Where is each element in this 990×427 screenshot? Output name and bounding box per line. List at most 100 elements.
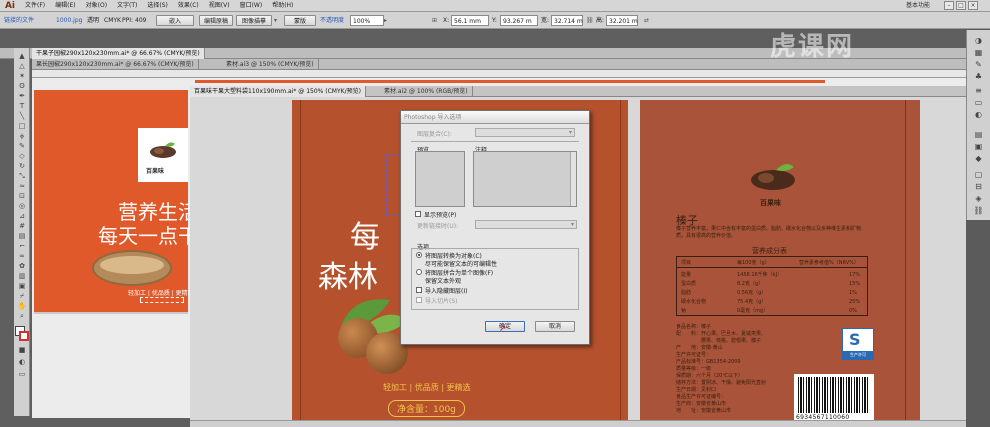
- ingredient-line: 生产商：安徽省黄山市: [676, 401, 727, 407]
- import-hidden-checkbox[interactable]: [416, 287, 422, 293]
- workspace-switcher[interactable]: 基本功能: [906, 0, 930, 12]
- blend-tool-icon[interactable]: ∞: [17, 252, 27, 260]
- tab-back-1[interactable]: 干果子园椒290x120x230mm.ai* @ 66.67% (CMYK/预览…: [32, 48, 205, 59]
- width-tool-icon[interactable]: ≈: [17, 182, 27, 190]
- show-preview-label: 显示预览(P): [424, 212, 457, 219]
- transparency-panel-icon[interactable]: ◐: [973, 110, 984, 119]
- swatches-panel-icon[interactable]: ▦: [973, 48, 984, 57]
- paintbrush-tool-icon[interactable]: ⲫ: [17, 132, 27, 140]
- menu-file[interactable]: 文件(F): [20, 0, 50, 12]
- comment-scrollbar[interactable]: [570, 152, 576, 206]
- w-label: 宽:: [541, 17, 550, 24]
- lasso-tool-icon[interactable]: ʘ: [17, 82, 27, 90]
- appearance-panel-icon[interactable]: ▤: [973, 130, 984, 139]
- gradient-panel-icon[interactable]: ▭: [973, 98, 984, 107]
- menu-view[interactable]: 视图(V): [204, 0, 235, 12]
- brushes-panel-icon[interactable]: ✎: [973, 60, 984, 69]
- menu-window[interactable]: 窗口(W): [235, 0, 268, 12]
- height-field[interactable]: 32.201 m: [606, 15, 638, 26]
- update-links-select[interactable]: ▾: [475, 220, 577, 229]
- link-proportions-icon[interactable]: ⛓: [586, 15, 594, 26]
- layer-comp-select[interactable]: ▾: [475, 128, 575, 137]
- graphic-styles-panel-icon[interactable]: ▣: [973, 142, 984, 151]
- line-tool-icon[interactable]: ╲: [17, 112, 27, 120]
- filename-link[interactable]: 1000.jpg: [56, 15, 82, 26]
- menu-edit[interactable]: 编辑(E): [50, 0, 80, 12]
- horizontal-scrollbar[interactable]: [190, 420, 966, 427]
- photoshop-import-dialog: Photoshop 导入选项 图层复合(C): ▾ 预览 注释 显示预览(P) …: [400, 110, 590, 345]
- x-field[interactable]: 56.1 mm: [451, 15, 489, 26]
- pen-tool-icon[interactable]: ✒: [17, 92, 27, 100]
- minimize-icon[interactable]: –: [944, 1, 954, 10]
- flatten-layers-radio[interactable]: [416, 269, 422, 275]
- scale-tool-icon[interactable]: ⤡: [17, 172, 27, 180]
- menu-object[interactable]: 对象(O): [81, 0, 112, 12]
- menu-select[interactable]: 选择(S): [142, 0, 173, 12]
- graph-tool-icon[interactable]: ▥: [17, 272, 27, 280]
- free-transform-tool-icon[interactable]: ⊡: [17, 192, 27, 200]
- front-tab-bar: 百果味干果大塑料袋110x190mm.ai* @ 150% (CMYK/预览) …: [190, 86, 966, 97]
- align-panel-icon[interactable]: ⊟: [973, 182, 984, 191]
- ingredient-line: 生产许可证号：: [676, 352, 712, 358]
- stroke-swatch[interactable]: [19, 331, 29, 341]
- selection-tool-icon[interactable]: ▲: [17, 52, 27, 60]
- stroke-panel-icon[interactable]: ≡: [973, 86, 984, 95]
- slice-tool-icon[interactable]: ⌿: [17, 292, 27, 300]
- hand-tool-icon[interactable]: ✋: [17, 302, 27, 310]
- y-field[interactable]: 93.267 m: [500, 15, 538, 26]
- color-mode-icon[interactable]: ■: [17, 346, 27, 354]
- artboard-tool-icon[interactable]: ▣: [17, 282, 27, 290]
- trace-dropdown-icon[interactable]: ▾: [274, 15, 282, 26]
- eyedropper-tool-icon[interactable]: ⌐: [17, 242, 27, 250]
- mesh-tool-icon[interactable]: #: [17, 222, 27, 230]
- close-icon[interactable]: ×: [968, 1, 978, 10]
- gradient-tool-icon[interactable]: ▤: [17, 232, 27, 240]
- opacity-label[interactable]: 不透明度: [320, 15, 344, 26]
- rectangle-tool-icon[interactable]: □: [17, 122, 27, 130]
- screen-mode-icon[interactable]: ▭: [17, 370, 27, 378]
- symbol-sprayer-tool-icon[interactable]: ✿: [17, 262, 27, 270]
- menu-effect[interactable]: 效果(C): [173, 0, 204, 12]
- eraser-tool-icon[interactable]: ◇: [17, 152, 27, 160]
- links-panel-icon[interactable]: ⛓: [973, 206, 984, 215]
- artboards-panel-icon[interactable]: ▢: [973, 170, 984, 179]
- rotate-tool-icon[interactable]: ↻: [17, 162, 27, 170]
- barcode-bars: [798, 377, 870, 413]
- perspective-tool-icon[interactable]: ⊿: [17, 212, 27, 220]
- show-preview-checkbox[interactable]: [415, 211, 421, 217]
- transform-icon[interactable]: ⇄: [644, 15, 654, 26]
- direct-selection-tool-icon[interactable]: △: [17, 62, 27, 70]
- type-tool-icon[interactable]: T: [17, 102, 27, 110]
- x-label: X:: [443, 17, 450, 24]
- flatten-layers-sub: 保留文本外观: [425, 278, 462, 285]
- image-trace-button[interactable]: 图像描摹: [236, 15, 272, 26]
- menu-type[interactable]: 文字(T): [112, 0, 142, 12]
- width-field[interactable]: 32.714 m: [551, 15, 583, 26]
- opacity-field[interactable]: 100%: [350, 15, 384, 26]
- mask-button[interactable]: 蒙版: [284, 15, 316, 26]
- embed-button[interactable]: 嵌入: [156, 15, 194, 26]
- tab-front-1[interactable]: 百果味干果大塑料袋110x190mm.ai* @ 150% (CMYK/预览): [190, 86, 366, 97]
- magic-wand-tool-icon[interactable]: ✶: [17, 72, 27, 80]
- layers-panel-icon[interactable]: ◆: [973, 154, 984, 163]
- zoom-tool-icon[interactable]: ⌕: [17, 312, 27, 320]
- import-slices-checkbox[interactable]: [416, 297, 422, 303]
- reference-point-icon[interactable]: ⊞: [432, 15, 442, 26]
- tab-back-2a[interactable]: 果长园椒290x120x230mm.ai* @ 66.67% (CMYK/预览): [32, 59, 199, 70]
- pencil-tool-icon[interactable]: ✎: [17, 142, 27, 150]
- color-panel-icon[interactable]: ◑: [973, 36, 984, 45]
- draw-mode-icon[interactable]: ◐: [17, 358, 27, 366]
- linked-file-link[interactable]: 链接的文件: [4, 15, 34, 26]
- maximize-icon[interactable]: □: [956, 1, 966, 10]
- edit-original-button[interactable]: 编辑原稿: [199, 15, 233, 26]
- opacity-dropdown-icon[interactable]: ▸: [384, 15, 392, 26]
- cancel-button[interactable]: 取消: [535, 321, 575, 332]
- shape-builder-tool-icon[interactable]: ◎: [17, 202, 27, 210]
- pathfinder-panel-icon[interactable]: ◈: [973, 194, 984, 203]
- tab-front-2[interactable]: 素材.ai2 @ 100% (RGB/预览): [380, 86, 473, 97]
- convert-layers-radio[interactable]: [416, 252, 422, 258]
- selected-placeholder[interactable]: [140, 297, 184, 303]
- symbols-panel-icon[interactable]: ♣: [973, 72, 984, 81]
- tab-back-2b[interactable]: 素材.ai3 @ 150% (CMYK/预览): [222, 59, 319, 70]
- menu-help[interactable]: 帮助(H): [267, 0, 298, 12]
